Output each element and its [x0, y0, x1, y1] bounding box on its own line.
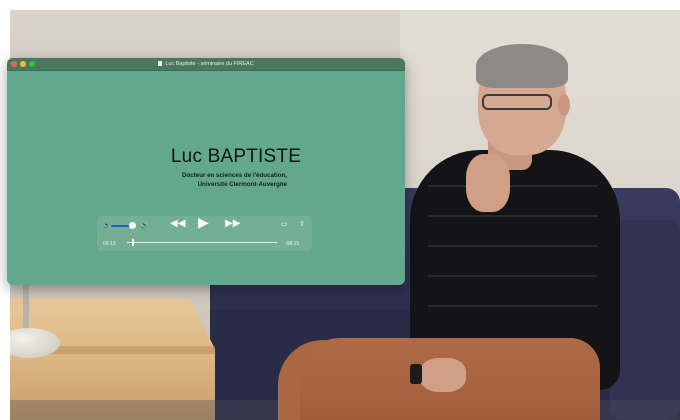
airplay-icon[interactable]: ▭: [281, 220, 288, 230]
vest-quilting: [428, 275, 598, 277]
speaker-high-icon[interactable]: 🔊: [141, 221, 148, 231]
window-title: Luc Baptiste - séminaire du FIREAC: [165, 61, 254, 67]
person-hand: [466, 154, 510, 212]
vest-quilting: [428, 305, 598, 307]
sofa-arm: [610, 220, 680, 420]
fast-forward-icon[interactable]: ▶▶: [225, 219, 240, 229]
presenter-subtitle: Docteur en sciences de l'éducation, Univ…: [182, 171, 287, 189]
volume-slider-knob[interactable]: [129, 222, 136, 229]
progress-bar[interactable]: [127, 239, 277, 246]
current-time: 00:13: [103, 241, 116, 247]
vest-quilting: [428, 215, 598, 217]
presenter-title-line: Docteur en sciences de l'éducation,: [182, 172, 287, 179]
person-ear: [558, 94, 570, 116]
document-icon: [158, 61, 163, 66]
person-hair: [476, 44, 568, 88]
video-player-window: Luc Baptiste - séminaire du FIREAC Luc B…: [7, 58, 405, 285]
presenter-affiliation-line: Université Clermont-Auvergne: [197, 181, 287, 188]
vest-quilting: [428, 245, 598, 247]
progress-scrubber[interactable]: [131, 239, 134, 246]
vest-quilting: [428, 185, 598, 187]
play-icon[interactable]: ▶: [198, 215, 209, 229]
share-icon[interactable]: ⇧: [299, 220, 305, 230]
wristwatch: [410, 364, 422, 384]
window-title-container: Luc Baptiste - séminaire du FIREAC: [7, 58, 405, 70]
person-glasses: [482, 94, 552, 110]
window-titlebar[interactable]: Luc Baptiste - séminaire du FIREAC: [7, 58, 405, 71]
rewind-icon[interactable]: ◀◀: [170, 219, 185, 229]
playback-controls: 🔈 🔊 ◀◀ ▶ ▶▶ ▭ ⇧ 00:13 -08:15: [97, 215, 312, 251]
person-lap-hand: [420, 358, 466, 392]
lamp-stand: [23, 282, 29, 334]
remaining-time: -08:15: [285, 241, 300, 247]
speaker-low-icon[interactable]: 🔈: [103, 221, 110, 231]
presenter-name: Luc BAPTISTE: [170, 146, 302, 167]
